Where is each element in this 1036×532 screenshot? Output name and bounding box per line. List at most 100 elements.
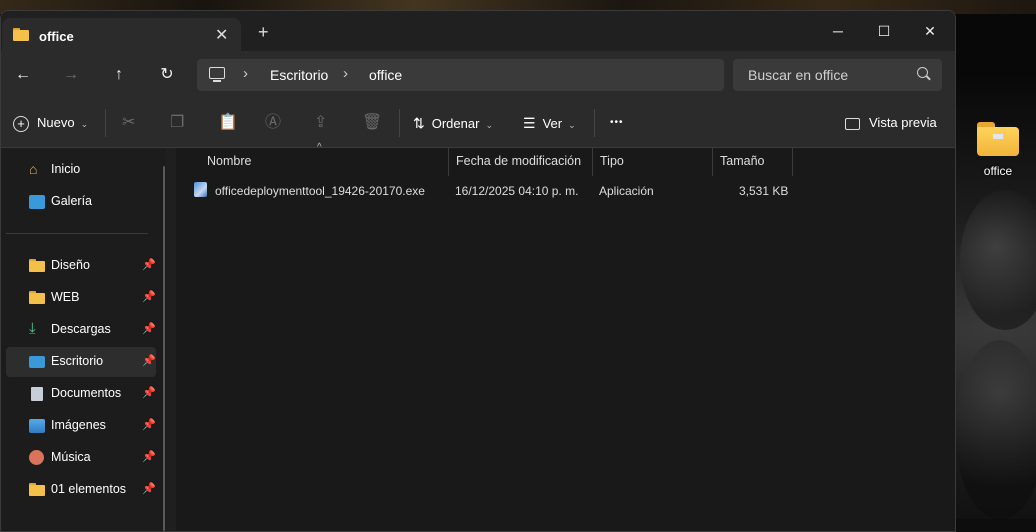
folder-icon xyxy=(29,259,45,273)
pin-icon[interactable]: 📌 xyxy=(142,482,156,495)
breadcrumb-escritorio[interactable]: Escritorio xyxy=(270,67,328,83)
view-button[interactable]: ☰ Ver ⌄ xyxy=(523,99,576,147)
chevron-down-icon: ⌄ xyxy=(485,120,493,130)
folder-icon xyxy=(29,483,45,497)
pin-icon[interactable]: 📌 xyxy=(142,258,156,271)
pin-icon[interactable]: 📌 xyxy=(142,290,156,303)
pictures-icon xyxy=(29,419,45,433)
installer-icon xyxy=(194,182,207,197)
command-bar: + Nuevo ⌄ ✂ ❐ 📋 Ⓐ ⇪ 🗑 ⇅ Ordenar ⌄ ☰ Ver ⌄ ••• … xyxy=(1,99,955,148)
navigation-pane: ⌂ Inicio Galería Diseño 📌 WEB 📌 ⤓ Descar… xyxy=(1,148,166,531)
copy-icon[interactable]: ❐ xyxy=(170,99,184,147)
sort-label: Ordenar xyxy=(431,116,480,131)
plus-circle-icon: + xyxy=(13,115,29,132)
more-options-icon[interactable]: ••• xyxy=(610,99,624,147)
title-bar: office ✕ + ─ ☐ ✕ xyxy=(1,11,955,52)
pin-icon[interactable]: 📌 xyxy=(142,418,156,431)
pin-icon[interactable]: 📌 xyxy=(142,322,156,335)
new-label: Nuevo xyxy=(37,115,75,130)
sidebar-item-galeria[interactable]: Galería xyxy=(6,187,156,217)
file-explorer-window: office ✕ + ─ ☐ ✕ ← → ↑ ↻ › Escritorio › … xyxy=(0,10,956,532)
breadcrumb-office[interactable]: office xyxy=(369,67,402,83)
cut-icon[interactable]: ✂ xyxy=(122,99,135,147)
sidebar-item-label: Descargas xyxy=(51,322,111,336)
sidebar-scrollbar[interactable] xyxy=(163,166,165,531)
sidebar-item-web[interactable]: WEB 📌 xyxy=(6,283,156,313)
pin-icon[interactable]: 📌 xyxy=(142,386,156,399)
desktop-icon xyxy=(29,356,45,368)
tab-office[interactable]: office ✕ xyxy=(2,18,241,52)
file-modified: 16/12/2025 04:10 p. m. xyxy=(455,184,579,198)
desktop-folder-office[interactable]: office xyxy=(970,118,1026,180)
pin-icon[interactable]: 📌 xyxy=(142,354,156,367)
sidebar-item-diseno[interactable]: Diseño 📌 xyxy=(6,251,156,281)
search-icon[interactable] xyxy=(917,67,928,78)
chevron-right-icon[interactable]: › xyxy=(343,65,348,82)
document-icon xyxy=(31,387,43,401)
pin-icon[interactable]: 📌 xyxy=(142,450,156,463)
sort-icon: ⇅ xyxy=(413,115,425,131)
sidebar-item-label: 01 elementos xyxy=(51,482,127,496)
rename-icon[interactable]: Ⓐ xyxy=(265,99,281,147)
close-tab-icon[interactable]: ✕ xyxy=(215,25,228,45)
share-icon[interactable]: ⇪ xyxy=(314,99,327,147)
sort-button[interactable]: ⇅ Ordenar ⌄ xyxy=(413,99,493,147)
folder-icon xyxy=(977,122,1019,156)
sidebar-item-inicio[interactable]: ⌂ Inicio xyxy=(6,155,156,185)
file-list: ^ Nombre Fecha de modificación Tipo Tama… xyxy=(176,142,955,531)
sidebar-item-label: Música xyxy=(51,450,91,464)
view-list-icon: ☰ xyxy=(523,115,536,131)
column-header-tipo[interactable]: Tipo xyxy=(593,148,713,176)
back-arrow-icon[interactable]: ← xyxy=(11,65,35,85)
folder-icon xyxy=(13,28,29,41)
forward-arrow-icon[interactable]: → xyxy=(59,65,83,85)
sidebar-item-label: Escritorio xyxy=(51,354,104,368)
new-tab-button[interactable]: + xyxy=(258,23,269,41)
sidebar-item-label: Documentos xyxy=(51,386,122,400)
file-type: Aplicación xyxy=(599,184,654,198)
navigation-bar: ← → ↑ ↻ › Escritorio › office xyxy=(1,51,955,99)
sidebar-item-descargas[interactable]: ⤓ Descargas 📌 xyxy=(6,315,156,345)
table-row[interactable]: officedeploymenttool_19426-20170.exe 16/… xyxy=(188,180,788,202)
sidebar-item-label: WEB xyxy=(51,290,80,304)
close-window-button[interactable]: ✕ xyxy=(907,17,953,45)
sidebar-item-label: Galería xyxy=(51,194,92,208)
folder-icon xyxy=(29,291,45,305)
paste-icon[interactable]: 📋 xyxy=(218,99,238,147)
gallery-icon xyxy=(29,195,45,209)
divider xyxy=(594,109,595,137)
sidebar-item-label: Imágenes xyxy=(51,418,106,432)
sidebar-item-imagenes[interactable]: Imágenes 📌 xyxy=(6,411,156,441)
sidebar-item-01-elementos[interactable]: 01 elementos 📌 xyxy=(6,475,156,505)
music-icon xyxy=(29,450,44,465)
column-header-fecha[interactable]: Fecha de modificación xyxy=(449,148,593,176)
up-arrow-icon[interactable]: ↑ xyxy=(107,65,131,85)
preview-label: Vista previa xyxy=(869,115,937,130)
address-bar[interactable]: › Escritorio › office xyxy=(197,59,724,91)
sidebar-item-documentos[interactable]: Documentos 📌 xyxy=(6,379,156,409)
search-input[interactable] xyxy=(733,59,930,91)
sidebar-item-label: Diseño xyxy=(51,258,90,272)
sidebar-item-escritorio[interactable]: Escritorio 📌 xyxy=(6,347,156,377)
sidebar-item-musica[interactable]: Música 📌 xyxy=(6,443,156,473)
minimize-button[interactable]: ─ xyxy=(815,17,861,45)
refresh-icon[interactable]: ↻ xyxy=(155,65,179,85)
view-label: Ver xyxy=(542,116,563,131)
column-header-tamano[interactable]: Tamaño xyxy=(713,148,793,176)
chevron-right-icon[interactable]: › xyxy=(243,65,248,82)
preview-pane-icon xyxy=(845,117,860,130)
column-header-nombre[interactable]: Nombre xyxy=(200,148,449,176)
delete-icon[interactable]: 🗑 xyxy=(362,99,382,147)
maximize-button[interactable]: ☐ xyxy=(861,17,907,45)
preview-pane-button[interactable]: Vista previa xyxy=(845,99,937,147)
home-icon: ⌂ xyxy=(29,161,38,177)
search-box[interactable] xyxy=(733,59,942,91)
tab-label: office xyxy=(39,29,74,44)
chevron-down-icon: ⌄ xyxy=(80,119,89,129)
wallpaper-statue xyxy=(960,190,1036,330)
download-icon: ⤓ xyxy=(29,320,36,337)
sidebar-divider xyxy=(6,233,148,234)
file-size: 3,531 KB xyxy=(739,184,789,198)
new-button[interactable]: + Nuevo ⌄ xyxy=(13,99,88,147)
chevron-down-icon: ⌄ xyxy=(568,120,576,130)
